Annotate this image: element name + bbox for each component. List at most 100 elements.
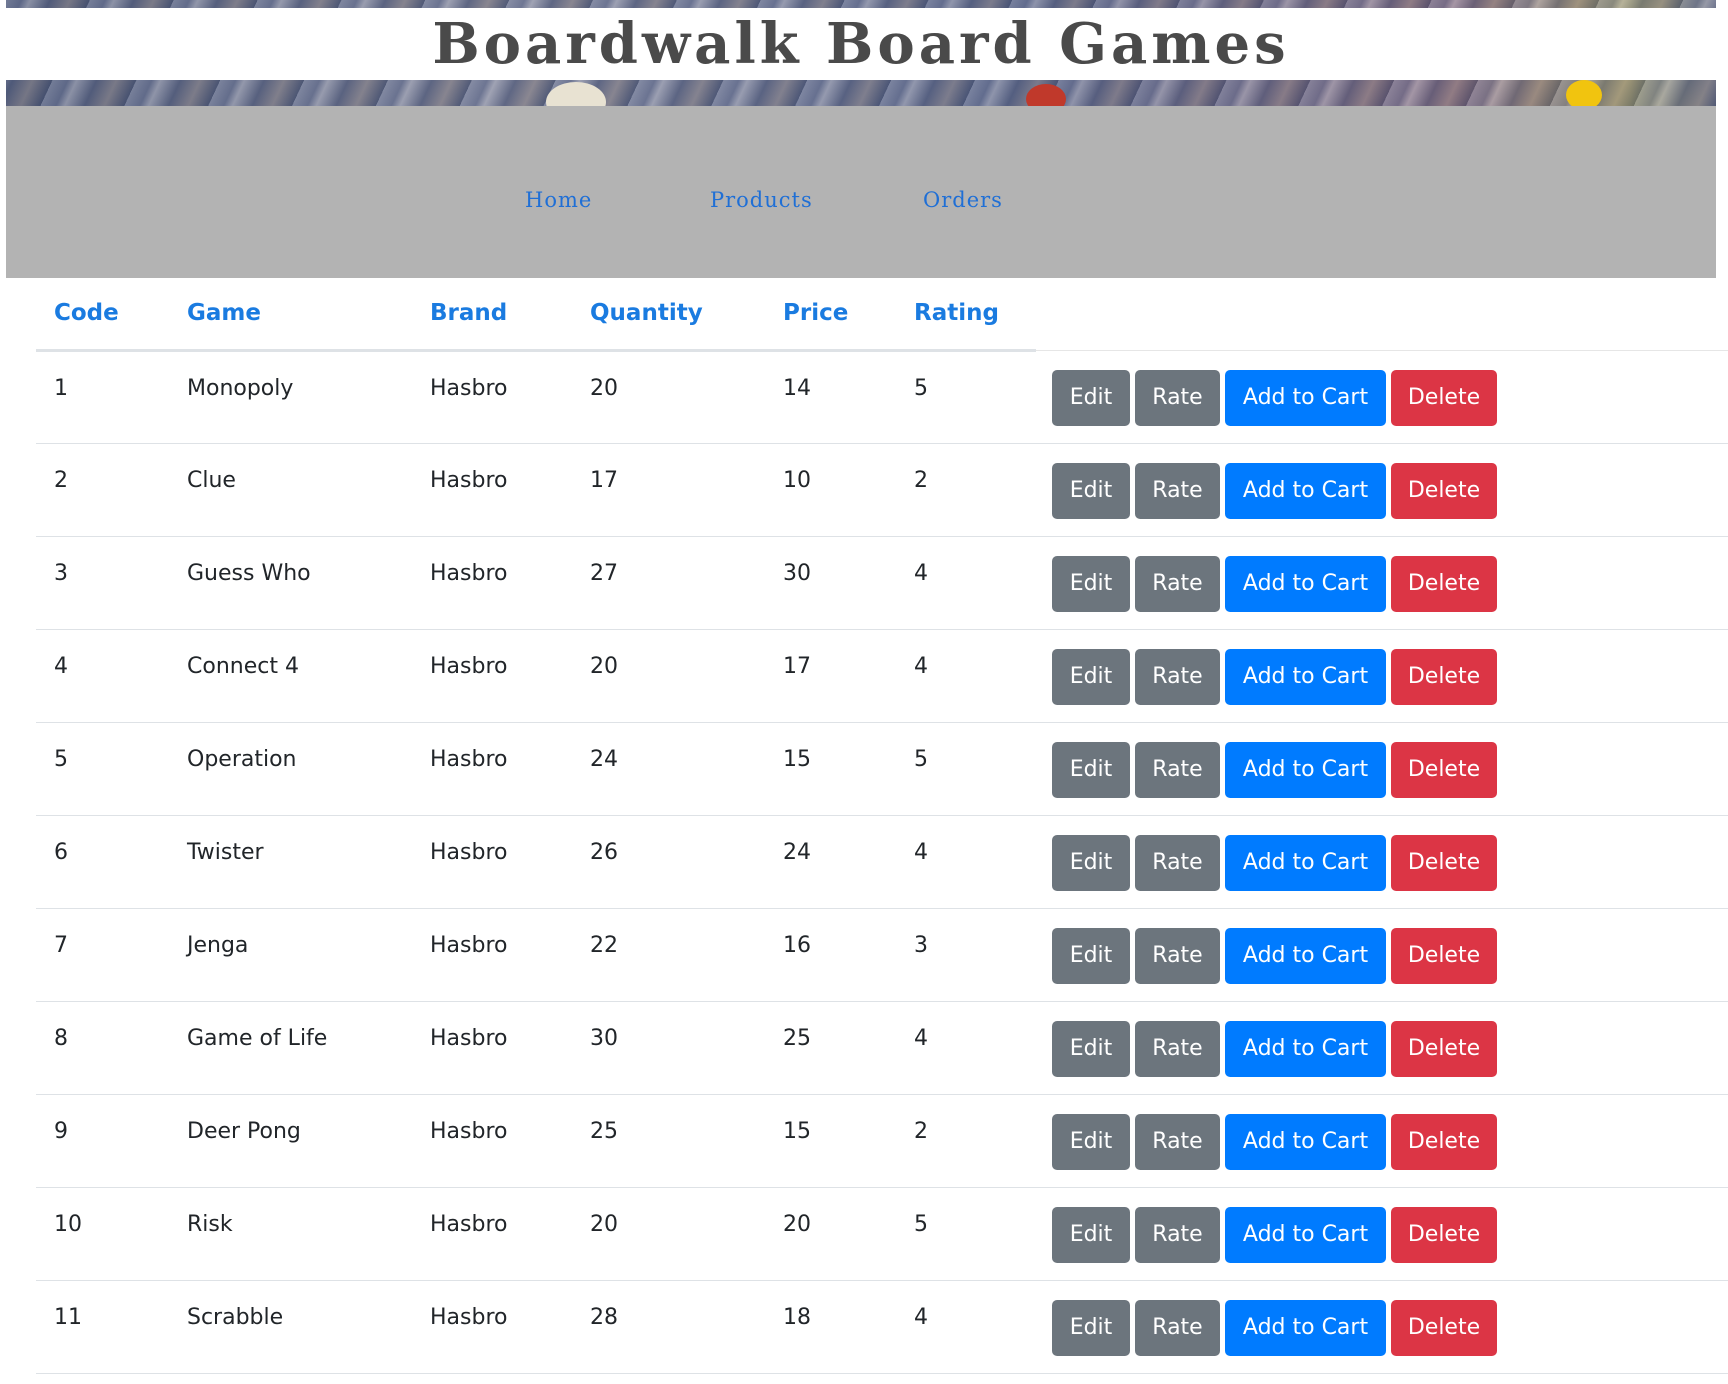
delete-button[interactable]: Delete [1391, 1206, 1497, 1263]
cell-brand: Hasbro [412, 350, 572, 444]
cell-code: 7 [36, 908, 169, 1002]
edit-button[interactable]: Edit [1052, 462, 1130, 519]
cell-brand: Hasbro [412, 1187, 572, 1281]
row-actions: Edit Rate Add to Cart Delete [1036, 722, 1728, 816]
main-navbar: Home Products Orders [6, 106, 1716, 278]
cell-price: 24 [765, 815, 896, 909]
cell-quantity: 20 [572, 350, 765, 444]
table-row: 11 Scrabble Hasbro 28 18 4 Edit Rate Add to Cart… [36, 1280, 1728, 1374]
table-row: 1 Monopoly Hasbro 20 14 5 Edit Rate Add to Cart D… [36, 350, 1728, 444]
cell-game: Connect 4 [169, 629, 412, 723]
add-to-cart-button[interactable]: Add to Cart [1225, 834, 1386, 891]
game-piece-decoration [546, 82, 606, 106]
cell-rating: 4 [896, 1001, 1036, 1095]
table-row: 7 Jenga Hasbro 22 16 3 Edit Rate Add to Cart Dele… [36, 908, 1728, 1002]
cell-quantity: 25 [572, 1094, 765, 1188]
edit-button[interactable]: Edit [1052, 1299, 1130, 1356]
row-actions: Edit Rate Add to Cart Delete [1036, 1001, 1728, 1095]
edit-button[interactable]: Edit [1052, 555, 1130, 612]
add-to-cart-button[interactable]: Add to Cart [1225, 741, 1386, 798]
row-actions: Edit Rate Add to Cart Delete [1036, 629, 1728, 723]
column-header-code: Code [36, 278, 169, 352]
rate-button[interactable]: Rate [1135, 369, 1220, 426]
table-row: 8 Game of Life Hasbro 30 25 4 Edit Rate Add to C… [36, 1001, 1728, 1095]
table-row: 9 Deer Pong Hasbro 25 15 2 Edit Rate Add to Cart… [36, 1094, 1728, 1188]
delete-button[interactable]: Delete [1391, 1299, 1497, 1356]
delete-button[interactable]: Delete [1391, 1020, 1497, 1077]
edit-button[interactable]: Edit [1052, 834, 1130, 891]
rate-button[interactable]: Rate [1135, 1206, 1220, 1263]
cell-game: Guess Who [169, 536, 412, 630]
table-body: 1 Monopoly Hasbro 20 14 5 Edit Rate Add to Cart D… [36, 350, 1728, 1374]
cell-price: 14 [765, 350, 896, 444]
rate-button[interactable]: Rate [1135, 1299, 1220, 1356]
rate-button[interactable]: Rate [1135, 1020, 1220, 1077]
cell-rating: 2 [896, 443, 1036, 537]
delete-button[interactable]: Delete [1391, 648, 1497, 705]
rate-button[interactable]: Rate [1135, 1113, 1220, 1170]
delete-button[interactable]: Delete [1391, 741, 1497, 798]
nav-link-orders[interactable]: Orders [923, 186, 1003, 214]
edit-button[interactable]: Edit [1052, 1020, 1130, 1077]
cell-rating: 5 [896, 350, 1036, 444]
row-actions: Edit Rate Add to Cart Delete [1036, 443, 1728, 537]
cell-game: Clue [169, 443, 412, 537]
rate-button[interactable]: Rate [1135, 555, 1220, 612]
cell-price: 15 [765, 722, 896, 816]
edit-button[interactable]: Edit [1052, 741, 1130, 798]
cell-quantity: 26 [572, 815, 765, 909]
edit-button[interactable]: Edit [1052, 369, 1130, 426]
table-row: 5 Operation Hasbro 24 15 5 Edit Rate Add to Cart… [36, 722, 1728, 816]
cell-quantity: 27 [572, 536, 765, 630]
delete-button[interactable]: Delete [1391, 834, 1497, 891]
rate-button[interactable]: Rate [1135, 741, 1220, 798]
cell-rating: 4 [896, 536, 1036, 630]
cell-price: 25 [765, 1001, 896, 1095]
add-to-cart-button[interactable]: Add to Cart [1225, 369, 1386, 426]
cell-rating: 2 [896, 1094, 1036, 1188]
column-header-rating: Rating [896, 278, 1036, 352]
add-to-cart-button[interactable]: Add to Cart [1225, 1113, 1386, 1170]
cell-quantity: 24 [572, 722, 765, 816]
delete-button[interactable]: Delete [1391, 927, 1497, 984]
edit-button[interactable]: Edit [1052, 1206, 1130, 1263]
edit-button[interactable]: Edit [1052, 927, 1130, 984]
edit-button[interactable]: Edit [1052, 648, 1130, 705]
add-to-cart-button[interactable]: Add to Cart [1225, 927, 1386, 984]
rate-button[interactable]: Rate [1135, 462, 1220, 519]
cell-price: 20 [765, 1187, 896, 1281]
add-to-cart-button[interactable]: Add to Cart [1225, 462, 1386, 519]
cell-price: 15 [765, 1094, 896, 1188]
cell-code: 8 [36, 1001, 169, 1095]
delete-button[interactable]: Delete [1391, 462, 1497, 519]
add-to-cart-button[interactable]: Add to Cart [1225, 1020, 1386, 1077]
site-title: Boardwalk Board Games [432, 11, 1290, 77]
cell-code: 2 [36, 443, 169, 537]
nav-link-home[interactable]: Home [525, 186, 592, 214]
nav-link-products[interactable]: Products [710, 186, 813, 214]
row-actions: Edit Rate Add to Cart Delete [1036, 1280, 1728, 1374]
add-to-cart-button[interactable]: Add to Cart [1225, 1299, 1386, 1356]
cell-brand: Hasbro [412, 629, 572, 723]
rate-button[interactable]: Rate [1135, 834, 1220, 891]
cell-game: Operation [169, 722, 412, 816]
column-header-game: Game [169, 278, 412, 352]
cell-price: 10 [765, 443, 896, 537]
row-actions: Edit Rate Add to Cart Delete [1036, 815, 1728, 909]
cell-code: 3 [36, 536, 169, 630]
rate-button[interactable]: Rate [1135, 648, 1220, 705]
cell-brand: Hasbro [412, 722, 572, 816]
rate-button[interactable]: Rate [1135, 927, 1220, 984]
add-to-cart-button[interactable]: Add to Cart [1225, 1206, 1386, 1263]
delete-button[interactable]: Delete [1391, 369, 1497, 426]
edit-button[interactable]: Edit [1052, 1113, 1130, 1170]
delete-button[interactable]: Delete [1391, 555, 1497, 612]
row-actions: Edit Rate Add to Cart Delete [1036, 1187, 1728, 1281]
add-to-cart-button[interactable]: Add to Cart [1225, 555, 1386, 612]
cell-game: Jenga [169, 908, 412, 1002]
cell-code: 1 [36, 350, 169, 444]
add-to-cart-button[interactable]: Add to Cart [1225, 648, 1386, 705]
delete-button[interactable]: Delete [1391, 1113, 1497, 1170]
cell-price: 30 [765, 536, 896, 630]
table-header-row: Code Game Brand Quantity Price Rating [36, 278, 1728, 352]
